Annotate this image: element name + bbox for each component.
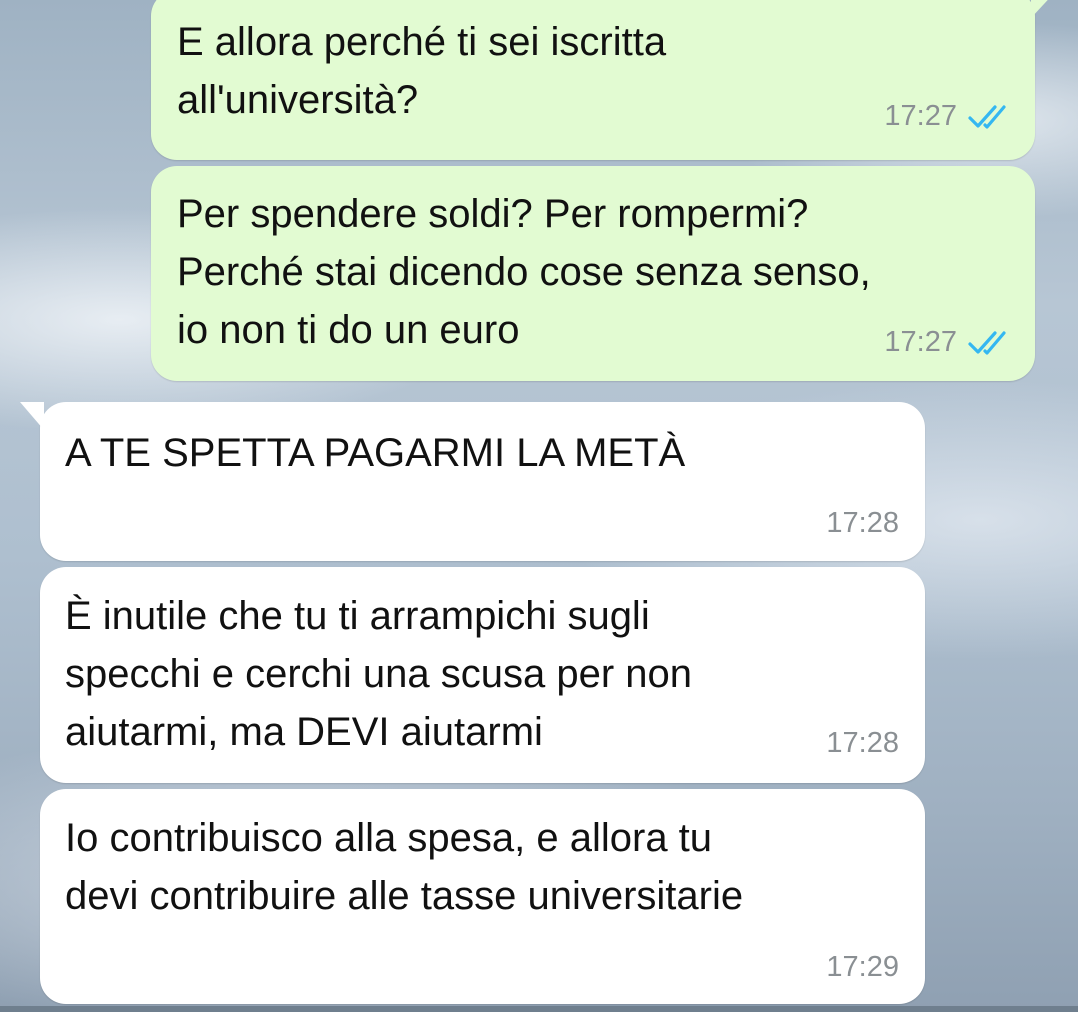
message-time: 17:28 — [826, 727, 899, 759]
message-time: 17:28 — [826, 507, 899, 539]
message-meta: 17:27 — [884, 100, 1011, 133]
message-bubble-outgoing[interactable]: Per spendere soldi? Per rompermi? Perché… — [151, 166, 1035, 381]
message-time: 17:27 — [884, 326, 957, 358]
message-bubble-incoming[interactable]: È inutile che tu ti arrampichi sugli spe… — [40, 567, 925, 783]
message-bubble-outgoing[interactable]: E allora perché ti sei iscritta all'univ… — [151, 0, 1057, 160]
message-bubble-incoming[interactable]: Io contribuisco alla spesa, e allora tu … — [40, 789, 925, 1004]
double-check-read-icon — [968, 330, 1006, 355]
double-check-read-icon — [968, 104, 1006, 129]
message-text: E allora perché ti sei iscritta all'univ… — [177, 20, 667, 122]
message-meta: 17:29 — [826, 951, 899, 984]
message-text: A TE SPETTA PAGARMI LA METÀ — [65, 431, 686, 475]
message-text: È inutile che tu ti arrampichi sugli spe… — [65, 594, 693, 754]
message-meta: 17:28 — [826, 727, 899, 760]
message-meta: 17:28 — [826, 507, 899, 540]
message-meta: 17:27 — [884, 326, 1011, 359]
message-text: Io contribuisco alla spesa, e allora tu … — [65, 816, 744, 918]
bubble-tail — [20, 402, 44, 430]
bubble-tail — [1031, 0, 1057, 18]
message-text: Per spendere soldi? Per rompermi? Perché… — [177, 192, 871, 352]
message-time: 17:29 — [826, 951, 899, 983]
message-time: 17:27 — [884, 100, 957, 132]
background-horizon — [0, 1006, 1078, 1012]
message-bubble-incoming[interactable]: A TE SPETTA PAGARMI LA METÀ 17:28 — [20, 402, 925, 561]
